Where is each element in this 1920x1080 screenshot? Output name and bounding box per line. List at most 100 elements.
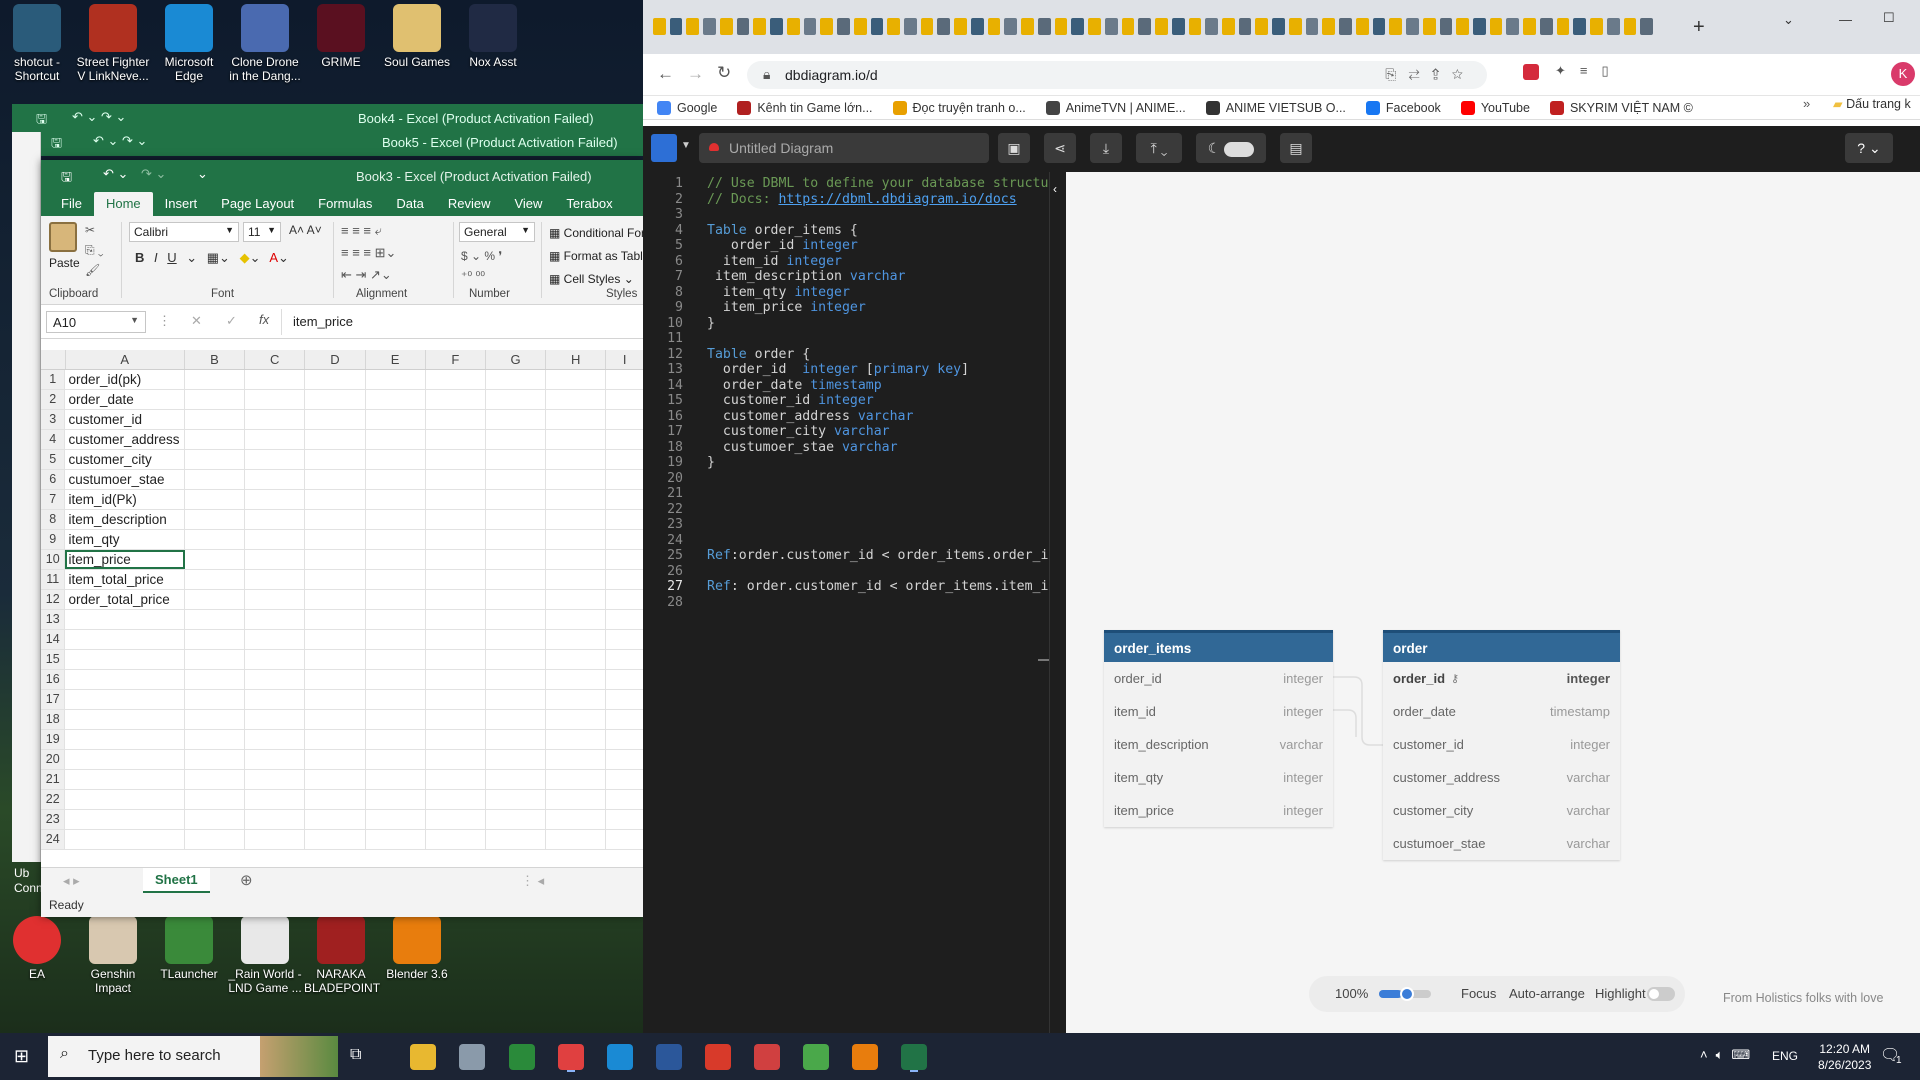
cell[interactable] xyxy=(305,450,366,469)
cell[interactable] xyxy=(65,770,186,789)
desktop-icon[interactable]: EA xyxy=(0,916,74,981)
cell[interactable] xyxy=(426,450,486,469)
cell[interactable] xyxy=(606,710,644,729)
row-header[interactable]: 22 xyxy=(41,790,66,809)
column-header[interactable]: F xyxy=(426,350,486,369)
erd-table-header[interactable]: order_items xyxy=(1104,630,1333,662)
row-header[interactable]: 8 xyxy=(41,510,66,529)
cell[interactable] xyxy=(305,810,366,829)
cell[interactable] xyxy=(426,490,486,509)
tab-favicon[interactable] xyxy=(820,18,834,35)
font-style-icons[interactable]: B I U ⌄ ▦⌄ ◆⌄ A⌄ xyxy=(135,250,289,266)
code-line[interactable]: Ref:order.customer_id < order_items.orde… xyxy=(707,548,1056,563)
ribbon-tab[interactable]: Formulas xyxy=(306,192,384,216)
select-all-corner[interactable] xyxy=(41,350,66,369)
cell[interactable] xyxy=(245,710,306,729)
xbox-icon[interactable] xyxy=(509,1044,535,1070)
row-header[interactable]: 13 xyxy=(41,610,66,629)
cell[interactable] xyxy=(486,710,547,729)
cell[interactable] xyxy=(426,790,486,809)
clock[interactable]: 12:20 AM 8/26/2023 xyxy=(1818,1041,1871,1073)
cell[interactable] xyxy=(366,790,426,809)
focus-button[interactable]: Focus xyxy=(1461,986,1496,1001)
bookmark-item[interactable]: ANIME VIETSUB O... xyxy=(1205,100,1346,115)
cell[interactable] xyxy=(245,390,306,409)
cell[interactable] xyxy=(185,450,246,469)
code-line[interactable]: custumoer_stae varchar xyxy=(707,440,898,455)
cell[interactable]: customer_id xyxy=(65,410,186,429)
cell[interactable] xyxy=(546,470,607,489)
cell[interactable] xyxy=(606,510,644,529)
desktop-icon[interactable]: Soul Games xyxy=(380,4,454,69)
tab-favicon[interactable] xyxy=(1556,18,1570,35)
cell[interactable] xyxy=(185,670,246,689)
cell[interactable] xyxy=(245,470,306,489)
cell[interactable] xyxy=(546,790,607,809)
row-header[interactable]: 9 xyxy=(41,530,66,549)
cell[interactable] xyxy=(185,610,246,629)
cell[interactable] xyxy=(606,570,644,589)
bookmark-item[interactable]: Đọc truyện tranh o... xyxy=(892,100,1026,115)
cell[interactable] xyxy=(486,670,547,689)
cell[interactable] xyxy=(546,690,607,709)
name-box[interactable]: A10 ▼ xyxy=(46,311,146,333)
browser-window[interactable]: + ⌄ — ☐ ← → ↻ 🔒︎ dbdiagram.io/d ⎘⇄⇪☆ ✦≡▯… xyxy=(643,0,1920,1033)
tab-favicon[interactable] xyxy=(904,18,917,35)
cell[interactable] xyxy=(546,710,607,729)
row-header[interactable]: 24 xyxy=(41,830,66,849)
cell[interactable] xyxy=(305,590,366,609)
url-field[interactable]: 🔒︎ dbdiagram.io/d ⎘⇄⇪☆ xyxy=(747,61,1487,89)
cell[interactable] xyxy=(486,490,547,509)
row-header[interactable]: 11 xyxy=(41,570,66,589)
cell[interactable] xyxy=(546,650,607,669)
code-line[interactable]: item_id integer xyxy=(707,254,842,269)
windows-start-icon[interactable]: ⊞ xyxy=(14,1046,29,1067)
minimize-icon[interactable]: — xyxy=(1839,12,1852,27)
code-line[interactable]: customer_id integer xyxy=(707,393,874,408)
cell[interactable] xyxy=(486,510,547,529)
cell[interactable]: item_description xyxy=(65,510,186,529)
cell[interactable]: customer_city xyxy=(65,450,186,469)
cell[interactable] xyxy=(546,810,607,829)
back-icon[interactable]: ← xyxy=(657,64,674,84)
row-header[interactable]: 12 xyxy=(41,590,66,609)
bookmark-item[interactable]: Facebook xyxy=(1365,100,1441,115)
cell[interactable] xyxy=(366,630,426,649)
cell[interactable] xyxy=(606,470,644,489)
cell[interactable] xyxy=(426,710,486,729)
code-line[interactable]: Table order { xyxy=(707,347,810,362)
tab-favicon[interactable] xyxy=(1489,18,1503,35)
cell[interactable] xyxy=(366,430,426,449)
cell[interactable] xyxy=(366,530,426,549)
cell[interactable] xyxy=(546,630,607,649)
highlight-toggle[interactable] xyxy=(1647,987,1675,1001)
cell[interactable] xyxy=(366,750,426,769)
cell[interactable] xyxy=(185,770,246,789)
desktop-icon[interactable]: Clone Drone in the Dang... xyxy=(228,4,302,83)
row-header[interactable]: 20 xyxy=(41,750,66,769)
cell[interactable] xyxy=(366,770,426,789)
cell[interactable] xyxy=(486,610,547,629)
tab-favicon[interactable] xyxy=(1255,18,1269,35)
tab-favicon[interactable] xyxy=(1322,18,1336,35)
bookmark-item[interactable]: Google xyxy=(657,100,717,115)
tab-favicon[interactable] xyxy=(1238,18,1252,35)
cell[interactable] xyxy=(185,570,246,589)
foxit-icon[interactable] xyxy=(705,1044,731,1070)
tab-favicon[interactable] xyxy=(1188,18,1202,35)
save-icon[interactable]: 🖫 xyxy=(61,168,72,190)
cell[interactable] xyxy=(546,830,607,849)
row-header[interactable]: 3 xyxy=(41,410,66,429)
extension-icon[interactable] xyxy=(1523,64,1539,80)
cell[interactable] xyxy=(65,750,186,769)
cell[interactable] xyxy=(546,670,607,689)
code-line[interactable]: order_id integer [primary key] xyxy=(707,362,969,377)
row-header[interactable]: 15 xyxy=(41,650,66,669)
word-icon[interactable] xyxy=(656,1044,682,1070)
cell[interactable] xyxy=(305,430,366,449)
font-size-adjust-icon[interactable]: A˄ A˅ xyxy=(289,223,322,237)
cell[interactable] xyxy=(305,370,366,389)
cell[interactable] xyxy=(366,450,426,469)
cell[interactable] xyxy=(486,590,547,609)
cell[interactable] xyxy=(486,430,547,449)
